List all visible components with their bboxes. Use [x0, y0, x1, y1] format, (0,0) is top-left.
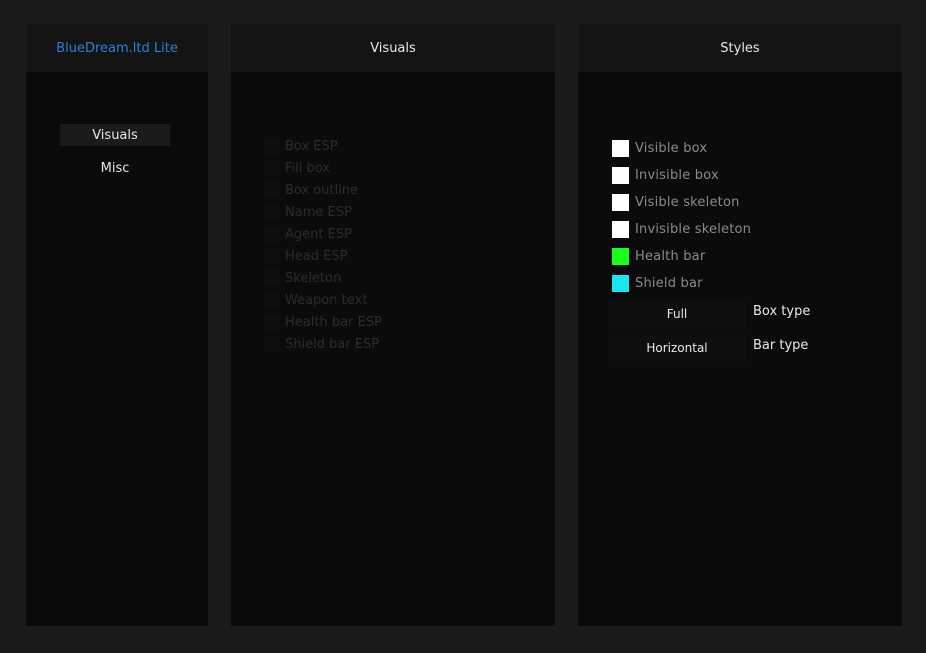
option-health-bar-esp[interactable]: Health bar ESP [265, 313, 382, 331]
visuals-panel-header: Visuals [231, 24, 555, 72]
nav-item-visuals[interactable]: Visuals [60, 124, 170, 146]
option-head-esp[interactable]: Head ESP [265, 247, 347, 265]
color-label: Health bar [635, 248, 706, 264]
checkbox[interactable] [265, 249, 279, 263]
checkbox[interactable] [265, 227, 279, 241]
panel-title: Visuals [370, 40, 416, 56]
nav-panel-header: BlueDream.ltd Lite [26, 24, 208, 72]
nav-item-label: Misc [100, 160, 130, 176]
option-label: Box ESP [285, 138, 338, 154]
color-label: Invisible box [635, 167, 719, 183]
color-swatch[interactable] [612, 247, 629, 265]
color-swatch[interactable] [612, 193, 629, 211]
color-swatch[interactable] [612, 274, 629, 292]
checkbox[interactable] [265, 139, 279, 153]
option-label: Agent ESP [285, 226, 352, 242]
option-label: Box outline [285, 182, 359, 198]
option-label: Weapon text [285, 292, 368, 308]
checkbox[interactable] [265, 337, 279, 351]
option-fill-box[interactable]: Fill box [265, 159, 330, 177]
option-weapon-text[interactable]: Weapon text [265, 291, 367, 309]
box-type-row: Full Box type [608, 300, 810, 328]
option-box-outline[interactable]: Box outline [265, 181, 358, 199]
checkbox[interactable] [265, 271, 279, 285]
option-name-esp[interactable]: Name ESP [265, 203, 352, 221]
nav-item-label: Visuals [92, 127, 138, 143]
bar-type-label: Bar type [753, 337, 809, 353]
styles-panel-header: Styles [578, 24, 902, 72]
color-shield-bar: Shield bar [612, 274, 703, 292]
box-type-label: Box type [753, 303, 811, 319]
option-box-esp[interactable]: Box ESP [265, 137, 338, 155]
box-type-value: Full [666, 307, 688, 321]
color-label: Visible skeleton [635, 194, 740, 210]
app-window: BlueDream.ltd Lite Visuals Misc Visuals … [0, 0, 926, 653]
color-visible-skeleton: Visible skeleton [612, 193, 740, 211]
option-skeleton[interactable]: Skeleton [265, 269, 341, 287]
bar-type-select[interactable]: Horizontal [608, 335, 746, 361]
color-label: Invisible skeleton [635, 221, 752, 237]
bar-type-value: Horizontal [646, 341, 708, 355]
bar-type-row: Horizontal Bar type [608, 334, 808, 362]
panel-title: Styles [720, 40, 760, 56]
styles-panel: Styles Visible box Invisible box Visible… [578, 24, 902, 626]
color-invisible-box: Invisible box [612, 166, 719, 184]
option-label: Health bar ESP [285, 314, 382, 330]
checkbox[interactable] [265, 205, 279, 219]
option-label: Fill box [285, 160, 330, 176]
nav-panel: BlueDream.ltd Lite Visuals Misc [26, 24, 208, 626]
option-shield-bar-esp[interactable]: Shield bar ESP [265, 335, 379, 353]
option-label: Skeleton [285, 270, 342, 286]
color-label: Shield bar [635, 275, 703, 291]
color-label: Visible box [635, 140, 708, 156]
color-swatch[interactable] [612, 139, 629, 157]
app-title: BlueDream.ltd Lite [56, 40, 178, 56]
nav-item-misc[interactable]: Misc [60, 157, 170, 179]
visuals-panel: Visuals Box ESP Fill box Box outline Nam… [231, 24, 555, 626]
color-visible-box: Visible box [612, 139, 707, 157]
color-swatch[interactable] [612, 166, 629, 184]
checkbox[interactable] [265, 293, 279, 307]
color-health-bar: Health bar [612, 247, 705, 265]
checkbox[interactable] [265, 161, 279, 175]
box-type-select[interactable]: Full [608, 301, 746, 327]
option-label: Shield bar ESP [285, 336, 380, 352]
color-invisible-skeleton: Invisible skeleton [612, 220, 751, 238]
option-agent-esp[interactable]: Agent ESP [265, 225, 352, 243]
checkbox[interactable] [265, 183, 279, 197]
option-label: Name ESP [285, 204, 352, 220]
option-label: Head ESP [285, 248, 348, 264]
color-swatch[interactable] [612, 220, 629, 238]
checkbox[interactable] [265, 315, 279, 329]
